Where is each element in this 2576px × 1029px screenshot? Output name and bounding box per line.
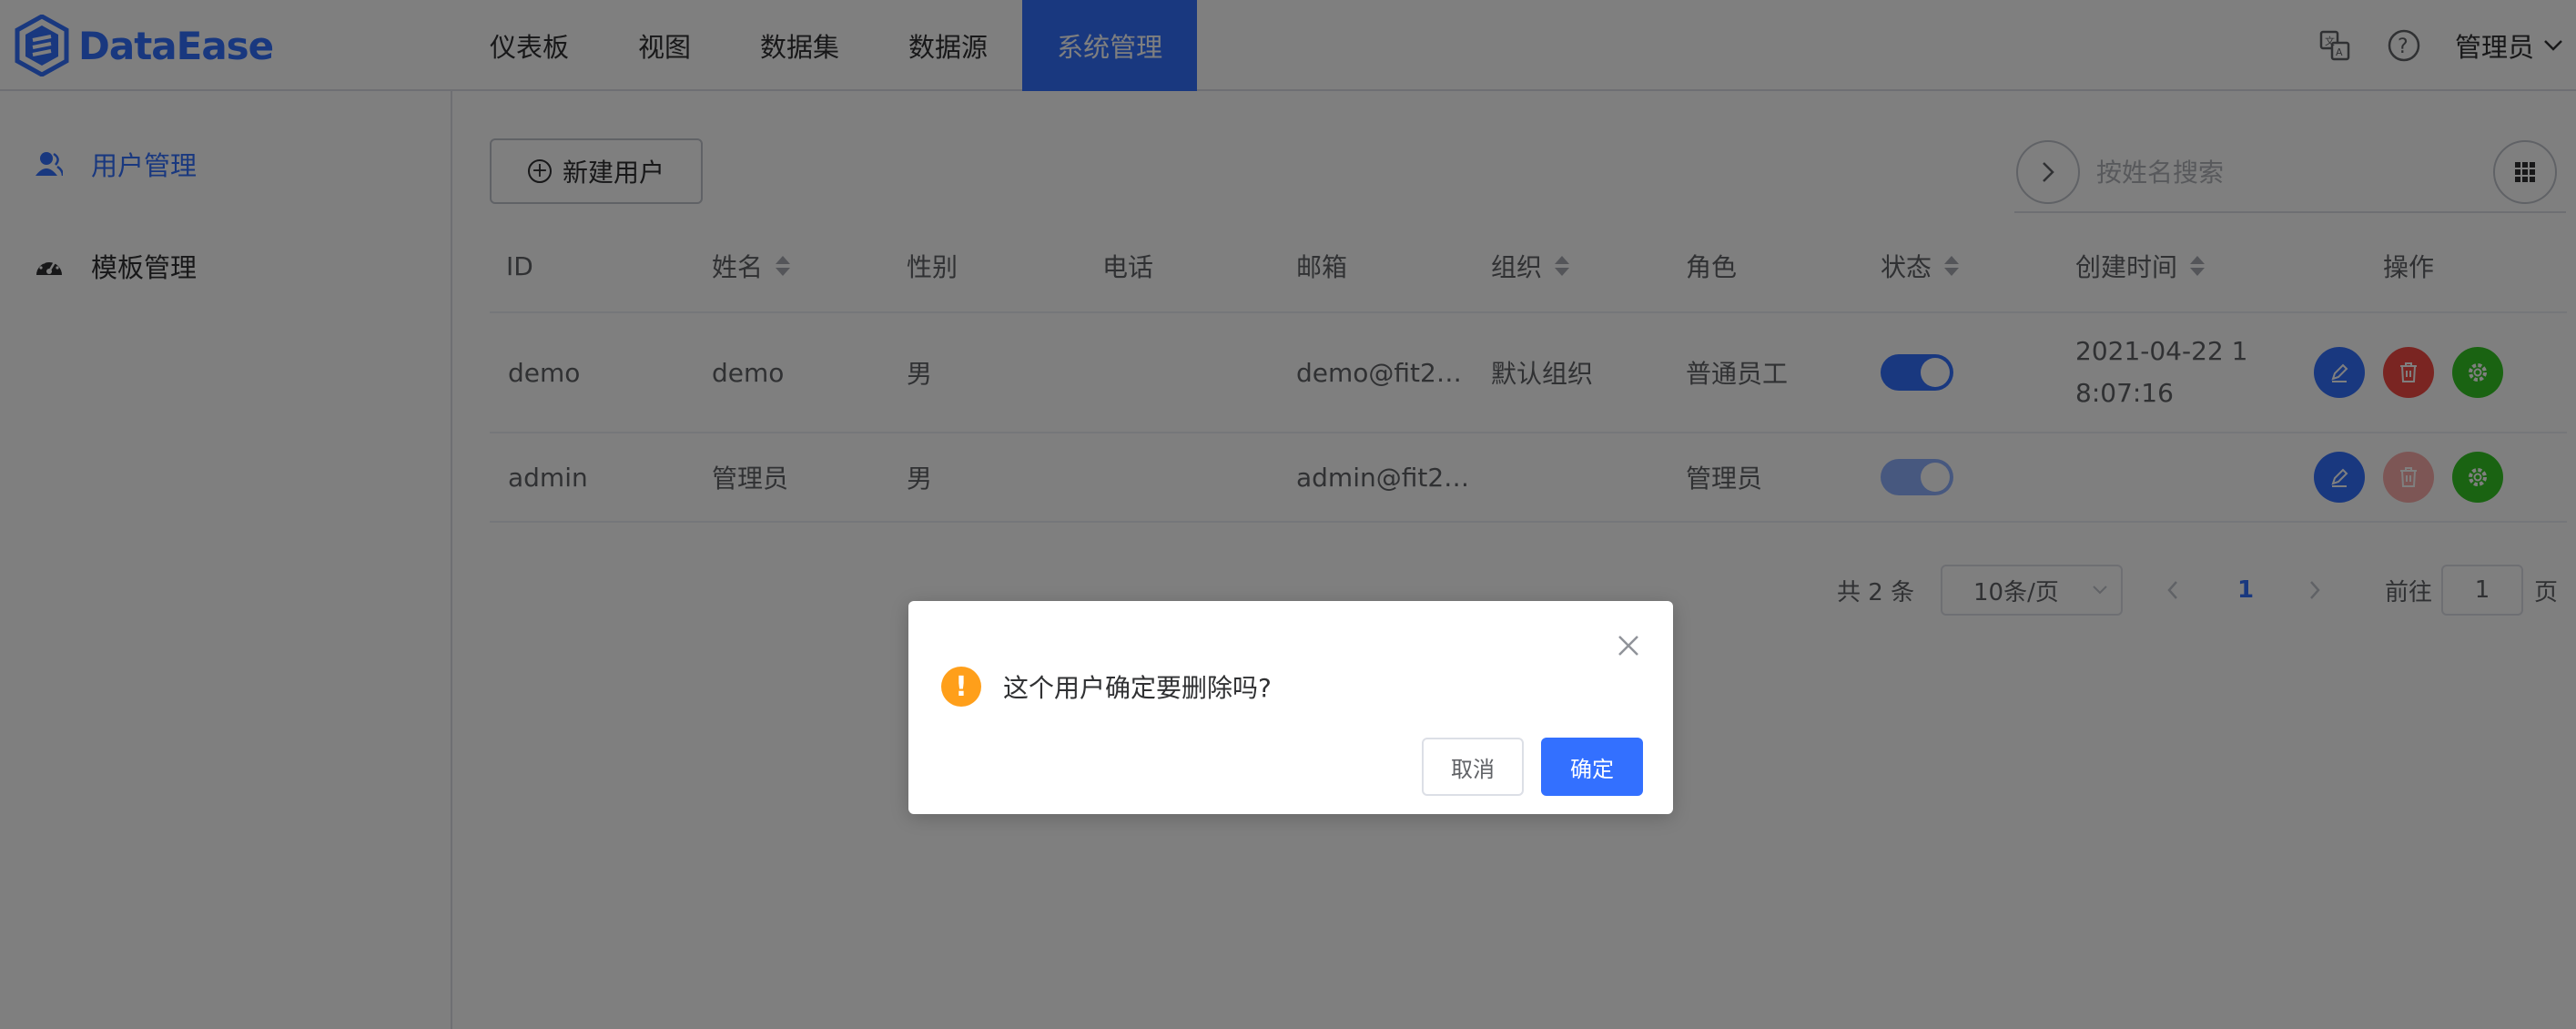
confirm-delete-dialog: ! 这个用户确定要删除吗? 取消 确定: [908, 601, 1673, 814]
close-icon[interactable]: [1615, 632, 1642, 659]
warning-icon: !: [941, 667, 981, 707]
modal-overlay[interactable]: [0, 0, 2576, 1029]
dialog-message: 这个用户确定要删除吗?: [1003, 673, 1272, 703]
confirm-button[interactable]: 确定: [1541, 738, 1643, 796]
cancel-button[interactable]: 取消: [1422, 738, 1524, 796]
